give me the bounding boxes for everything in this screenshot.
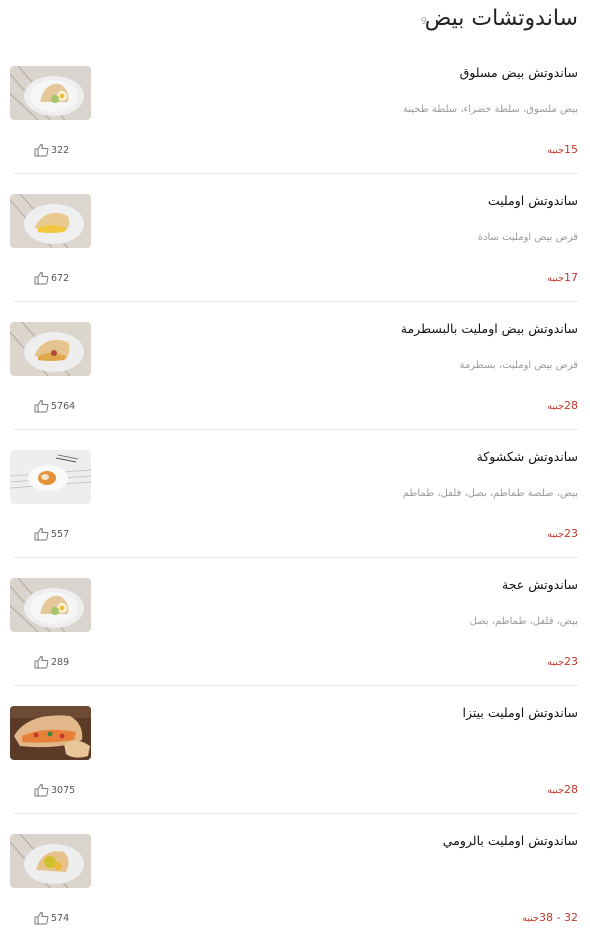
thumbs-up-icon bbox=[34, 783, 49, 797]
item-description: قرص بيض اومليت سادة bbox=[477, 232, 578, 243]
likes-value: 5764 bbox=[51, 400, 76, 412]
item-description: قرص بيض اومليت، بسطرمة bbox=[459, 360, 578, 371]
likes-count[interactable]: 289 bbox=[34, 655, 69, 669]
price-value: 17 bbox=[564, 271, 578, 284]
item-price: 17جنيه bbox=[547, 271, 578, 284]
currency-label: جنيه bbox=[547, 529, 564, 540]
currency-label: جنيه bbox=[547, 401, 564, 412]
price-value: 15 bbox=[564, 143, 578, 156]
likes-value: 557 bbox=[51, 528, 70, 540]
currency-label: جنيه bbox=[547, 785, 564, 796]
menu-item[interactable]: ساندوتش شكشوكة بيض، صلصة طماطم، بصل، فلف… bbox=[10, 430, 578, 558]
item-description: بيض، صلصة طماطم، بصل، فلفل، طماطم bbox=[402, 488, 578, 499]
currency-label: جنيه bbox=[547, 657, 564, 668]
likes-value: 3075 bbox=[51, 784, 76, 796]
thumbs-up-icon bbox=[34, 271, 49, 285]
item-price: 15جنيه bbox=[547, 143, 578, 156]
thumbs-up-icon bbox=[34, 655, 49, 669]
section-header: ساندوتشات بيض 9 bbox=[0, 0, 590, 40]
item-name[interactable]: ساندوتش بيض اومليت بالبسطرمة bbox=[401, 321, 578, 336]
price-value: 32 - 38 bbox=[539, 911, 578, 924]
price-value: 23 bbox=[564, 655, 578, 668]
item-image[interactable] bbox=[10, 450, 91, 504]
menu-items-list: ساندوتش بيض مسلوق بيض ملسوق، سلطة خضراء،… bbox=[0, 46, 590, 941]
menu-item[interactable]: ساندوتش عجة بيض، فلفل، طماطم، بصل 23جنيه… bbox=[10, 558, 578, 686]
likes-count[interactable]: 557 bbox=[34, 527, 69, 541]
price-value: 23 bbox=[564, 527, 578, 540]
likes-value: 574 bbox=[51, 912, 70, 924]
likes-count[interactable]: 574 bbox=[34, 911, 69, 925]
item-image[interactable] bbox=[10, 706, 91, 760]
item-image[interactable] bbox=[10, 194, 91, 248]
item-image[interactable] bbox=[10, 834, 91, 888]
likes-count[interactable]: 3075 bbox=[34, 783, 75, 797]
menu-item[interactable]: ساندوتش بيض اومليت بالبسطرمة قرص بيض اوم… bbox=[10, 302, 578, 430]
item-name[interactable]: ساندوتش اومليت بالرومي bbox=[443, 833, 578, 848]
section-title: ساندوتشات بيض bbox=[424, 6, 578, 31]
item-price: 32 - 38جنيه bbox=[522, 911, 578, 924]
menu-item[interactable]: ساندوتش اومليت قرص بيض اومليت سادة 17جني… bbox=[10, 174, 578, 302]
thumbs-up-icon bbox=[34, 911, 49, 925]
item-description: بيض ملسوق، سلطة خضراء، سلطة طحينة bbox=[402, 104, 578, 115]
item-count: 9 bbox=[420, 16, 427, 27]
item-name[interactable]: ساندوتش عجة bbox=[502, 577, 578, 592]
currency-label: جنيه bbox=[547, 273, 564, 284]
likes-count[interactable]: 672 bbox=[34, 271, 69, 285]
thumbs-up-icon bbox=[34, 399, 49, 413]
menu-item[interactable]: ساندوتش بيض مسلوق بيض ملسوق، سلطة خضراء،… bbox=[10, 46, 578, 174]
item-name[interactable]: ساندوتش شكشوكة bbox=[477, 449, 578, 464]
item-price: 28جنيه bbox=[547, 399, 578, 412]
thumbs-up-icon bbox=[34, 527, 49, 541]
thumbs-up-icon bbox=[34, 143, 49, 157]
item-price: 23جنيه bbox=[547, 655, 578, 668]
item-name[interactable]: ساندوتش بيض مسلوق bbox=[460, 65, 578, 80]
currency-label: جنيه bbox=[522, 913, 540, 924]
item-price: 23جنيه bbox=[547, 527, 578, 540]
likes-value: 289 bbox=[51, 656, 70, 668]
price-value: 28 bbox=[564, 783, 578, 796]
menu-item[interactable]: ساندوتش اومليت بيتزا 28جنيه 3075 bbox=[10, 686, 578, 814]
menu-item[interactable]: ساندوتش اومليت بالرومي 32 - 38جنيه 574 bbox=[10, 814, 578, 941]
price-value: 28 bbox=[564, 399, 578, 412]
item-price: 28جنيه bbox=[547, 783, 578, 796]
likes-count[interactable]: 5764 bbox=[34, 399, 75, 413]
likes-count[interactable]: 322 bbox=[34, 143, 69, 157]
item-name[interactable]: ساندوتش اومليت bbox=[488, 193, 578, 208]
likes-value: 672 bbox=[51, 272, 70, 284]
item-name[interactable]: ساندوتش اومليت بيتزا bbox=[462, 705, 578, 720]
item-image[interactable] bbox=[10, 578, 91, 632]
item-description: بيض، فلفل، طماطم، بصل bbox=[469, 616, 578, 627]
likes-value: 322 bbox=[51, 144, 70, 156]
currency-label: جنيه bbox=[547, 145, 564, 156]
item-image[interactable] bbox=[10, 66, 91, 120]
item-image[interactable] bbox=[10, 322, 91, 376]
